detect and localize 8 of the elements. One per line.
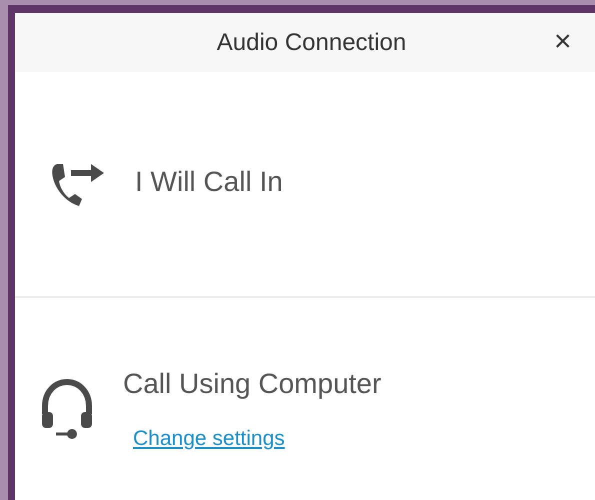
window-title: Audio Connection: [216, 28, 406, 58]
option-row[interactable]: Call Using Computer Change settings: [15, 298, 595, 500]
close-button[interactable]: ×: [550, 25, 576, 59]
change-settings-link[interactable]: Change settings: [133, 423, 285, 455]
option-label: I Will Call In: [135, 165, 283, 199]
option-label: Call Using Computer: [123, 367, 382, 402]
option-row[interactable]: I Will Call In: [15, 72, 595, 298]
headset-icon: [39, 378, 95, 440]
